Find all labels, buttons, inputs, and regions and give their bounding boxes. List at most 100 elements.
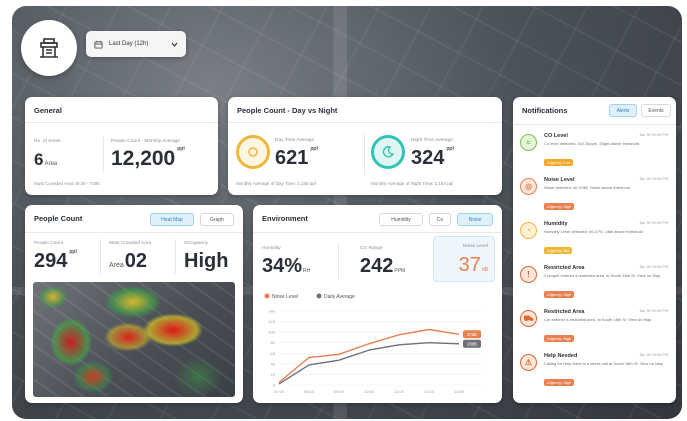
environment-card: Environment Humidity Co Noise Humidity 3… xyxy=(253,205,502,403)
urgency-badge: Urgency: Mid xyxy=(544,247,573,254)
tab-humidity[interactable]: Humidity xyxy=(379,213,423,226)
co-label: CO Range xyxy=(360,246,383,251)
notification-title: Restricted Area xyxy=(544,309,585,315)
night-value: 324 ppl xyxy=(411,146,454,170)
people-count-title: People Count xyxy=(34,214,83,223)
time-range-value: Last Day (12h) xyxy=(109,41,149,47)
notification-item[interactable]: ◎ Noise Level Jan 30 09:00 PM Noise detecte… xyxy=(520,175,670,215)
car-restricted-icon: ⛟ xyxy=(520,310,537,327)
general-title: General xyxy=(34,106,62,115)
x-tick-label: 07:00 xyxy=(274,389,285,394)
co-level-icon: ≈ xyxy=(520,134,537,151)
noise-level-highlight[interactable]: Noise Level 37dB xyxy=(433,236,495,282)
x-tick-label: 08:00 xyxy=(304,389,315,394)
end-value-label: 37dB xyxy=(467,332,477,337)
end-value-label: 28dB xyxy=(467,341,477,346)
notification-text: Car entered a restricted area, at South … xyxy=(544,317,652,322)
calendar-icon xyxy=(94,40,103,49)
day-night-card: People Count - Day vs Night Day Time Ave… xyxy=(228,97,502,195)
tab-noise[interactable]: Noise xyxy=(457,213,493,226)
y-tick-label: 0 xyxy=(273,383,276,388)
notification-item[interactable]: ⛟ Restricted Area Jan 30 09:00 PM Car enter… xyxy=(520,307,670,347)
x-tick-label: 13:00 xyxy=(454,389,465,394)
day-icon xyxy=(236,135,270,169)
count-label: People Count xyxy=(34,241,64,246)
building-logo-icon xyxy=(40,38,58,58)
notification-item[interactable]: ⚠ Help Needed Jan 30 09:00 PM Calling for H… xyxy=(520,351,670,391)
occupancy-label: Occupancy xyxy=(184,241,208,246)
areas-label: No. of Areas xyxy=(34,139,61,144)
notifications-title: Notifications xyxy=(522,106,568,115)
notification-item[interactable]: ◔ Humidity Jan 30 09:00 PM Humidity Level d… xyxy=(520,219,670,259)
night-footer: Monthly Average of Night Time: 2,154 ppl xyxy=(371,181,454,186)
humidity-value: 34%RH xyxy=(262,255,311,277)
occupancy-value: High xyxy=(184,250,229,272)
tab-events[interactable]: Events xyxy=(641,104,671,117)
tab-heat-map[interactable]: Heat Map xyxy=(150,213,194,226)
building-logo[interactable] xyxy=(21,20,77,76)
notification-text: 2 people entered a restricted area, at S… xyxy=(544,273,661,278)
notification-title: Humidity xyxy=(544,221,568,227)
urgency-badge: Urgency: High xyxy=(544,291,575,298)
notifications-list: ≈ CO Level Jan 30 09:00 PM Co level detecte… xyxy=(513,131,676,399)
y-tick-label: 80 xyxy=(271,340,276,345)
noise-label: Noise Level xyxy=(462,244,488,249)
environment-title: Environment xyxy=(262,214,308,223)
people-monthly-value: 12,200 ppl xyxy=(111,146,185,171)
urgency-badge: Urgency: High xyxy=(544,379,575,386)
restricted-area-icon: ! xyxy=(520,266,537,283)
series-line xyxy=(278,342,460,385)
crowded-label: Most Crowded Area xyxy=(109,241,152,246)
time-range-dropdown[interactable]: Last Day (12h) xyxy=(86,31,186,57)
count-value: 294 ppl xyxy=(34,249,77,273)
notification-title: Help Needed xyxy=(544,353,578,359)
y-tick-label: 60 xyxy=(271,351,276,356)
notification-time: Jan 30 09:00 PM xyxy=(639,177,668,181)
humidity-icon: ◔ xyxy=(520,222,537,239)
tab-graph[interactable]: Graph xyxy=(200,213,234,226)
notification-item[interactable]: ! Restricted Area Jan 30 09:00 PM 2 people … xyxy=(520,263,670,303)
people-count-card: People Count Heat Map Graph People Count… xyxy=(25,205,243,403)
notification-title: Noise Level xyxy=(544,177,575,183)
day-footer: Monthly Average of Day Time: 2,155 ppl xyxy=(236,181,316,186)
areas-value: 6Area xyxy=(34,150,58,169)
general-card: General No. of Areas 6Area People Count … xyxy=(25,97,218,195)
urgency-badge: Urgency: High xyxy=(544,203,575,210)
notification-time: Jan 30 09:00 PM xyxy=(639,309,668,313)
notification-title: CO Level xyxy=(544,133,568,139)
noise-line-chart: Noise Level Daily Average 140 120 100 80 60 40 2… xyxy=(264,293,483,394)
co-value: 242PPM xyxy=(360,255,406,277)
notification-item[interactable]: ≈ CO Level Jan 30 09:00 PM Co level detecte… xyxy=(520,131,670,171)
day-value: 621 ppl xyxy=(275,146,318,170)
x-tick-label: 10:00 xyxy=(364,389,375,394)
heat-map[interactable] xyxy=(33,282,235,397)
notification-time: Jan 30 09:00 PM xyxy=(639,221,668,225)
notification-text: Co level detected: 240.33ppm. Slight abo… xyxy=(544,141,641,146)
notification-time: Jan 30 09:00 PM xyxy=(639,353,668,357)
notification-text: Calling for Help there is a stress call … xyxy=(544,361,663,366)
urgency-badge: Urgency: Low xyxy=(544,159,574,166)
people-monthly-unit: ppl xyxy=(177,146,185,152)
x-tick-label: 12:00 xyxy=(424,389,435,394)
legend-swatch xyxy=(316,293,322,299)
x-tick-label: 11:00 xyxy=(394,389,404,394)
notification-text: Noise detected: 40.47dB. Noise above thr… xyxy=(544,185,631,190)
crowded-value: Area02 xyxy=(109,250,148,272)
day-label: Day Time Average xyxy=(275,138,315,143)
legend-label: Daily Average xyxy=(324,294,355,300)
help-alert-icon: ⚠ xyxy=(520,354,537,371)
night-icon xyxy=(371,135,405,169)
y-tick-label: 120 xyxy=(268,319,275,324)
tab-alerts[interactable]: Alerts xyxy=(609,104,637,117)
people-monthly-label: People Count - Monthly Average xyxy=(111,139,180,144)
humidity-label: Humidity xyxy=(262,246,281,251)
notification-title: Restricted Area xyxy=(544,265,585,271)
notifications-card: Notifications Alerts Events ≈ CO Level Jan… xyxy=(513,97,676,403)
notification-time: Jan 30 09:00 PM xyxy=(639,133,668,137)
noise-value: 37dB xyxy=(458,254,488,276)
tab-co[interactable]: Co xyxy=(429,213,451,226)
legend-swatch xyxy=(264,293,270,299)
y-tick-label: 20 xyxy=(271,372,276,377)
x-tick-label: 09:00 xyxy=(334,389,345,394)
night-label: Night Time Average xyxy=(411,138,453,143)
